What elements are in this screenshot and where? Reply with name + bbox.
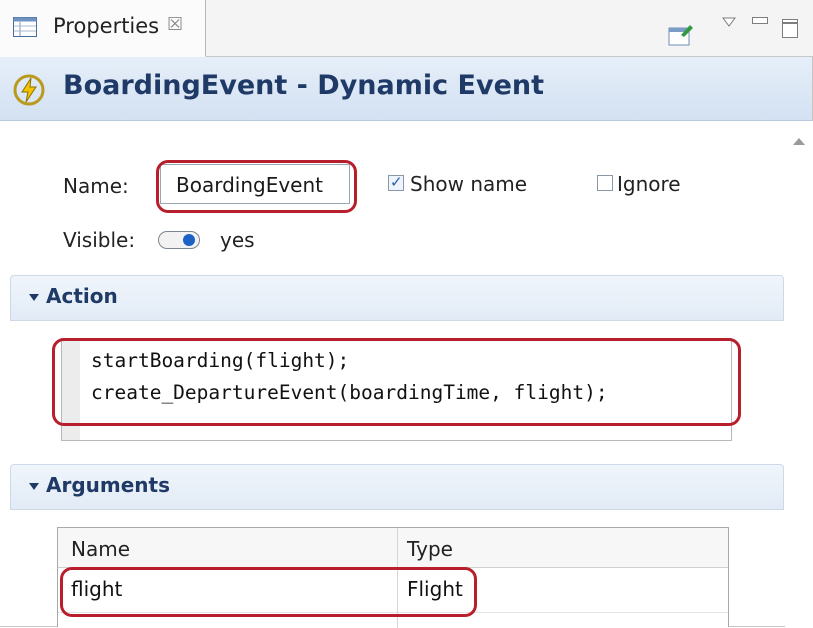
tab-properties-label: Properties — [53, 14, 160, 38]
action-section-header[interactable]: Action — [10, 275, 784, 321]
arguments-section-header[interactable]: Arguments — [10, 464, 784, 510]
properties-title-bar: BoardingEvent - Dynamic Event — [0, 57, 812, 121]
scroll-up-arrow-icon[interactable] — [793, 138, 805, 145]
view-menu-icon[interactable] — [722, 17, 736, 27]
highlight-name-field — [156, 160, 357, 213]
column-header-name[interactable]: Name — [71, 537, 130, 561]
action-section-title: Action — [46, 284, 118, 308]
visible-label: Visible: — [63, 228, 136, 252]
show-name-label: Show name — [410, 172, 528, 196]
column-header-type[interactable]: Type — [407, 537, 453, 561]
highlight-argument-row — [60, 567, 477, 617]
table-header: Name Type — [58, 528, 728, 568]
view-tab-bar: Properties ☒ — [0, 0, 813, 57]
page-title: BoardingEvent - Dynamic Event — [63, 70, 545, 101]
chevron-down-icon — [29, 483, 39, 490]
pin-view-icon[interactable] — [668, 22, 694, 46]
minimize-icon[interactable] — [752, 17, 768, 25]
tab-properties[interactable]: Properties ☒ — [0, 0, 206, 57]
chevron-down-icon — [29, 294, 39, 301]
checkmark-icon: ✓ — [390, 173, 403, 191]
visible-toggle[interactable] — [158, 231, 200, 249]
ignore-checkbox[interactable] — [597, 175, 613, 191]
show-name-checkbox[interactable]: ✓ — [388, 173, 404, 191]
ignore-label: Ignore — [617, 172, 681, 196]
arguments-section-title: Arguments — [46, 473, 171, 497]
close-icon[interactable]: ☒ — [167, 14, 183, 35]
lightning-event-icon — [13, 74, 45, 106]
properties-view-icon — [13, 17, 37, 37]
maximize-icon[interactable] — [782, 19, 798, 38]
visible-value: yes — [220, 228, 255, 252]
name-label: Name: — [63, 174, 129, 198]
vertical-scrollbar[interactable] — [785, 121, 813, 627]
toggle-knob — [183, 234, 195, 246]
highlight-action-code — [52, 338, 741, 426]
